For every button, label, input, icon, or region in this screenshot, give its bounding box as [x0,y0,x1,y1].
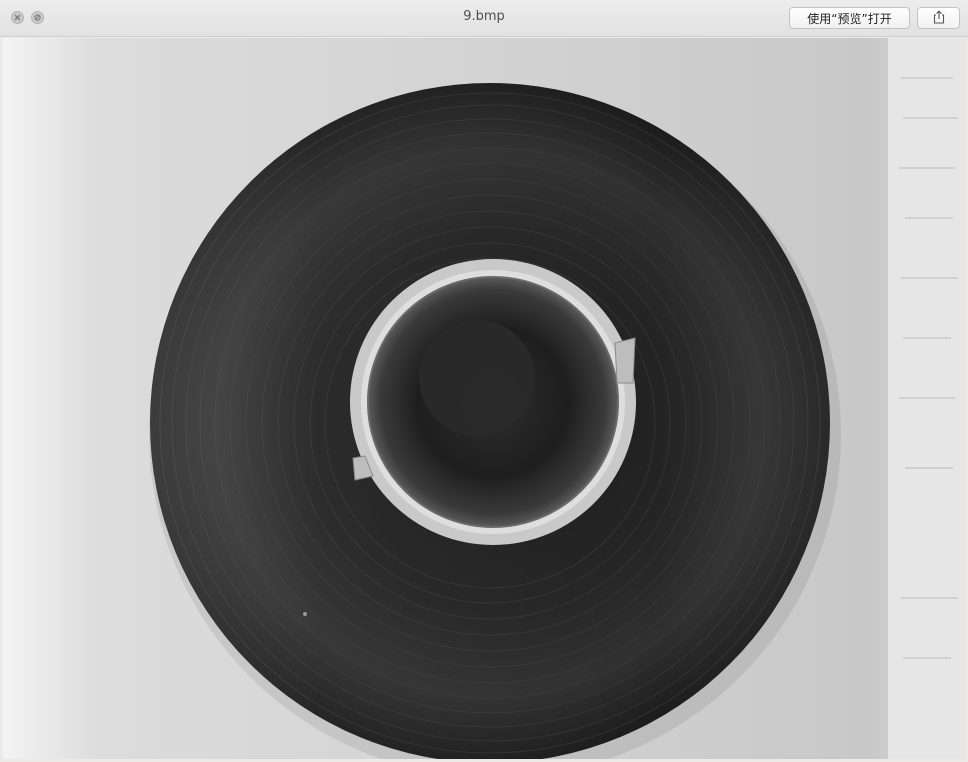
share-button[interactable] [917,7,960,29]
spool-photo [3,38,965,759]
close-icon[interactable] [11,11,24,24]
quick-look-window: 9.bmp 使用“预览”打开 [0,0,968,762]
minimize-disabled-icon[interactable] [31,11,44,24]
open-with-preview-button[interactable]: 使用“预览”打开 [789,7,910,29]
title-bar: 9.bmp 使用“预览”打开 [0,0,968,37]
image-preview [3,38,965,759]
share-icon [932,9,946,27]
